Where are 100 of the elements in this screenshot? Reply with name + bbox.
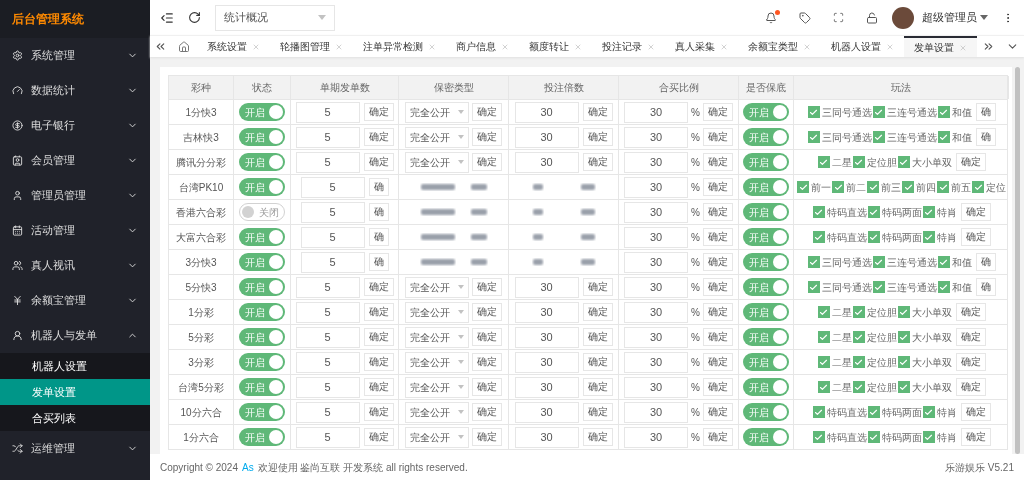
checkbox[interactable] xyxy=(817,306,830,318)
input-field[interactable]: 5 xyxy=(295,426,360,448)
confirm-button[interactable]: 确 xyxy=(368,203,389,221)
sidebar-item[interactable]: 机器人与发单 xyxy=(0,318,150,353)
avatar[interactable] xyxy=(892,6,914,29)
secrecy-select[interactable]: 完全公开 xyxy=(405,426,469,448)
secrecy-select[interactable]: 完全公开 xyxy=(405,401,469,423)
confirm-button[interactable]: 确定 xyxy=(702,203,733,221)
checkbox[interactable] xyxy=(937,181,949,193)
input-field[interactable]: 30 xyxy=(624,326,689,348)
confirm-button[interactable]: 确定 xyxy=(472,153,502,171)
sidebar-item[interactable]: 运维管理 xyxy=(0,431,150,466)
tag-icon[interactable] xyxy=(799,11,811,24)
input-field[interactable]: 30 xyxy=(624,176,689,198)
checkbox[interactable] xyxy=(937,281,950,293)
tab[interactable]: 真人采集 xyxy=(665,36,738,57)
checkbox[interactable] xyxy=(897,356,910,368)
confirm-button[interactable]: 确定 xyxy=(955,153,986,171)
refresh-icon[interactable] xyxy=(188,11,201,24)
confirm-button[interactable]: 确定 xyxy=(472,378,502,396)
confirm-button[interactable]: 确定 xyxy=(955,353,986,371)
confirm-button[interactable]: 确定 xyxy=(582,428,613,446)
confirm-button[interactable]: 确 xyxy=(975,128,996,146)
input-field[interactable]: 5 xyxy=(300,201,365,223)
checkbox[interactable] xyxy=(807,256,820,268)
input-field[interactable]: 5 xyxy=(300,251,365,273)
input-field[interactable]: 5 xyxy=(295,326,360,348)
checkbox[interactable] xyxy=(852,306,865,318)
checkbox[interactable] xyxy=(807,106,820,118)
input-field[interactable]: 30 xyxy=(514,376,579,398)
confirm-button[interactable]: 确定 xyxy=(363,103,394,121)
confirm-button[interactable]: 确定 xyxy=(702,353,733,371)
input-field[interactable]: 30 xyxy=(624,226,689,248)
checkbox[interactable] xyxy=(872,281,885,293)
sidebar-item[interactable]: 管理员管理 xyxy=(0,178,150,213)
input-field[interactable]: 30 xyxy=(514,101,579,123)
checkbox[interactable] xyxy=(897,331,910,343)
input-field[interactable]: 30 xyxy=(514,151,579,173)
checkbox[interactable] xyxy=(867,231,880,243)
sidebar-subitem[interactable]: 合买列表 xyxy=(0,405,150,431)
input-field[interactable]: 30 xyxy=(514,126,579,148)
input-field[interactable]: 5 xyxy=(295,151,360,173)
checkbox[interactable] xyxy=(972,181,984,193)
confirm-button[interactable]: 确定 xyxy=(702,178,733,196)
confirm-button[interactable]: 确定 xyxy=(702,328,733,346)
secrecy-select[interactable]: 完全公开 xyxy=(405,126,469,148)
secrecy-select[interactable]: 完全公开 xyxy=(405,376,469,398)
checkbox[interactable] xyxy=(897,156,910,168)
confirm-button[interactable]: 确定 xyxy=(363,278,394,296)
input-field[interactable]: 30 xyxy=(514,426,579,448)
checkbox[interactable] xyxy=(897,381,910,393)
input-field[interactable]: 30 xyxy=(624,376,689,398)
checkbox[interactable] xyxy=(937,106,950,118)
checkbox[interactable] xyxy=(807,281,820,293)
confirm-button[interactable]: 确定 xyxy=(582,128,613,146)
input-field[interactable]: 5 xyxy=(295,276,360,298)
confirm-button[interactable]: 确定 xyxy=(582,403,613,421)
confirm-button[interactable]: 确 xyxy=(975,253,996,271)
checkbox[interactable] xyxy=(867,181,879,193)
input-field[interactable]: 5 xyxy=(295,126,360,148)
checkbox[interactable] xyxy=(872,131,885,143)
input-field[interactable]: 30 xyxy=(514,401,579,423)
sidebar-item[interactable]: 数据统计 xyxy=(0,73,150,108)
tab[interactable]: 商户信息 xyxy=(446,36,519,57)
checkbox[interactable] xyxy=(852,381,865,393)
close-icon[interactable] xyxy=(647,42,655,51)
confirm-button[interactable]: 确定 xyxy=(363,428,394,446)
checkbox[interactable] xyxy=(797,181,809,193)
sidebar-item[interactable]: 真人视讯 xyxy=(0,248,150,283)
input-field[interactable]: 5 xyxy=(295,376,360,398)
secrecy-select[interactable]: 完全公开 xyxy=(405,301,469,323)
confirm-button[interactable]: 确 xyxy=(368,228,389,246)
close-icon[interactable] xyxy=(803,42,811,51)
confirm-button[interactable]: 确 xyxy=(368,253,389,271)
confirm-button[interactable]: 确定 xyxy=(472,278,502,296)
input-field[interactable]: 30 xyxy=(514,326,579,348)
checkbox[interactable] xyxy=(817,356,830,368)
input-field[interactable]: 30 xyxy=(624,126,689,148)
confirm-button[interactable]: 确定 xyxy=(960,428,991,446)
confirm-button[interactable]: 确定 xyxy=(472,403,502,421)
close-icon[interactable] xyxy=(252,42,260,51)
input-field[interactable]: 30 xyxy=(514,276,579,298)
sidebar-subitem[interactable]: 发单设置 xyxy=(0,379,150,405)
checkbox[interactable] xyxy=(812,431,825,443)
sidebar-item[interactable]: 余额宝管理 xyxy=(0,283,150,318)
sidebar-item[interactable]: 会员管理 xyxy=(0,143,150,178)
checkbox[interactable] xyxy=(937,256,950,268)
confirm-button[interactable]: 确定 xyxy=(363,128,394,146)
input-field[interactable]: 5 xyxy=(295,401,360,423)
bell-icon[interactable] xyxy=(765,11,777,24)
confirm-button[interactable]: 确 xyxy=(975,103,996,121)
confirm-button[interactable]: 确定 xyxy=(472,103,502,121)
secrecy-select[interactable]: 完全公开 xyxy=(405,151,469,173)
input-field[interactable]: 30 xyxy=(514,351,579,373)
secrecy-select[interactable]: 完全公开 xyxy=(405,326,469,348)
confirm-button[interactable]: 确定 xyxy=(702,378,733,396)
input-field[interactable]: 30 xyxy=(624,101,689,123)
confirm-button[interactable]: 确定 xyxy=(955,378,986,396)
checkbox[interactable] xyxy=(937,131,950,143)
close-icon[interactable] xyxy=(720,42,728,51)
